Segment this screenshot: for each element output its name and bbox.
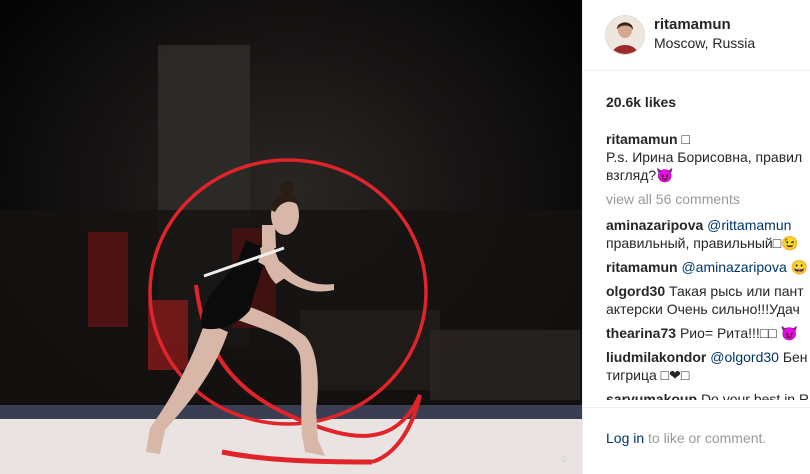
- login-link[interactable]: Log in: [606, 430, 644, 446]
- comments-list: ritamamun □ P.s. Ирина Борисовна, правил…: [606, 130, 810, 400]
- comment-username[interactable]: sarvumakoup: [606, 391, 697, 400]
- comment-item: thearina73 Рио= Рита!!!□□ 😈: [606, 324, 810, 342]
- comment-text: Do your best in R: [700, 391, 810, 400]
- login-prompt: Log in to like or comment.: [606, 430, 766, 446]
- comment-text: правильный, правильный□😉: [606, 235, 799, 251]
- comment-text: Рио= Рита!!!□□ 😈: [679, 325, 799, 341]
- photo-watermark: ©: [560, 455, 568, 464]
- comment-item: ritamamun @aminazaripova 😀: [606, 258, 810, 276]
- comment-text: 😀: [790, 259, 809, 275]
- comment-username[interactable]: liudmilakondor: [606, 349, 706, 365]
- comment-username[interactable]: olgord30: [606, 283, 665, 299]
- caption-badge: □: [681, 131, 690, 147]
- likes-count[interactable]: 20.6k likes: [606, 94, 676, 110]
- post-username-link[interactable]: ritamamun: [654, 16, 731, 33]
- comment-text: Бен: [782, 349, 808, 365]
- comment-username[interactable]: thearina73: [606, 325, 676, 341]
- comment-item: sarvumakoup Do your best in R: [606, 390, 810, 400]
- comment-mention[interactable]: @rittamamun: [707, 217, 791, 233]
- avatar[interactable]: [605, 15, 645, 55]
- comment-mention[interactable]: @olgord30: [710, 349, 779, 365]
- view-all-comments-link[interactable]: view all 56 comments: [606, 190, 810, 208]
- caption-line-1: P.s. Ирина Борисовна, правил: [606, 149, 803, 165]
- post-side-panel: ritamamun Moscow, Russia 20.6k likes rit…: [582, 0, 810, 474]
- post-location-link[interactable]: Moscow, Russia: [654, 35, 755, 51]
- comment-mention[interactable]: @aminazaripova: [681, 259, 786, 275]
- post-header: ritamamun Moscow, Russia: [583, 0, 810, 71]
- comment-text: Такая рысь или пант: [669, 283, 804, 299]
- comment-text-line-2: тигрица □❤□: [606, 367, 690, 383]
- comment-username[interactable]: ritamamun: [606, 259, 678, 275]
- caption: ritamamun □ P.s. Ирина Борисовна, правил…: [606, 130, 810, 184]
- caption-line-2: взгляд?😈: [606, 167, 674, 183]
- comment-item: liudmilakondor @olgord30 Бен тигрица □❤□: [606, 348, 810, 384]
- comment-text-line-2: актерски Очень сильно!!!Удач: [606, 301, 800, 317]
- comment-item: olgord30 Такая рысь или пант актерски Оч…: [606, 282, 810, 318]
- post-photo[interactable]: ©: [0, 0, 582, 474]
- avatar-image: [606, 16, 644, 54]
- caption-username[interactable]: ritamamun: [606, 131, 678, 147]
- login-footer: Log in to like or comment.: [583, 407, 810, 474]
- comment-item: aminazaripova @rittamamun правильный, пр…: [606, 216, 810, 252]
- gymnast-image: [0, 0, 582, 474]
- login-prompt-text: to like or comment.: [644, 430, 767, 446]
- comment-username[interactable]: aminazaripova: [606, 217, 703, 233]
